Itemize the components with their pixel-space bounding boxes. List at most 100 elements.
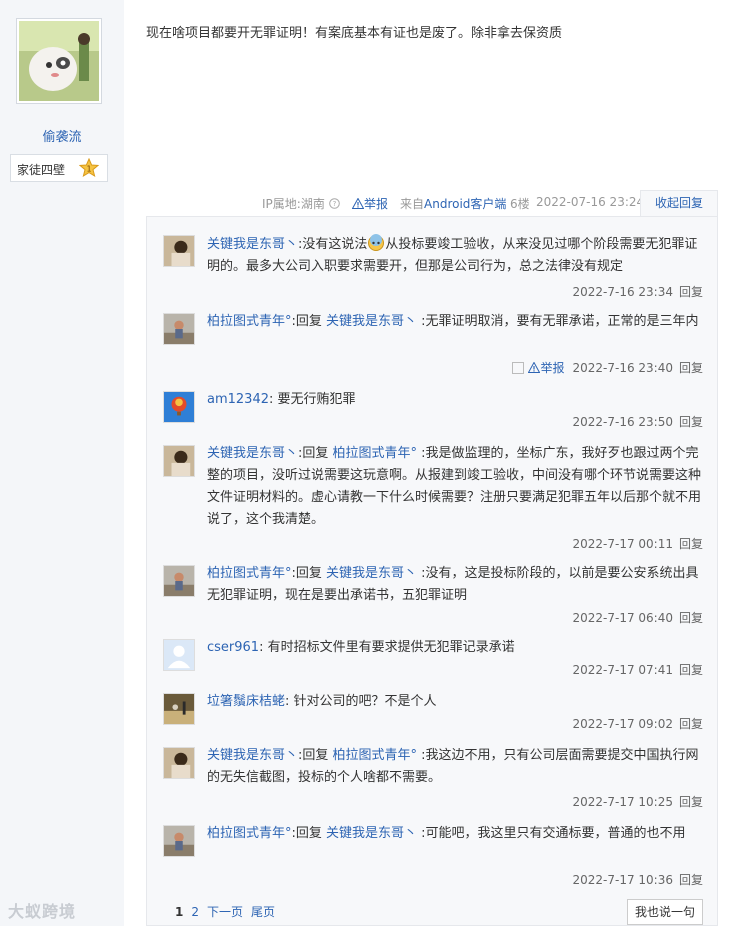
list-item: 柏拉图式青年°:回复 关键我是东哥丶 :无罪证明取消，要有无罪承诺，正常的是三年…	[163, 311, 703, 381]
reply-time: 2022-7-17 10:25	[572, 795, 673, 809]
reply-content: cser961: 有时招标文件里有要求提供无犯罪记录承诺	[207, 637, 707, 659]
reply-button[interactable]: 回复	[679, 717, 703, 731]
reply-target[interactable]: 关键我是东哥丶	[326, 826, 417, 841]
client-link[interactable]: Android客户端	[424, 197, 506, 211]
reply-word: :回复	[291, 566, 327, 581]
list-item: 关键我是东哥丶:没有这说法 从投标要竣工验收，从来没见过哪个阶段需要无犯罪证明的。…	[163, 233, 703, 305]
avatar-image	[164, 748, 194, 778]
help-icon[interactable]: ?	[328, 198, 340, 209]
reply-meta: 2022-7-17 00:11 回复	[572, 535, 703, 552]
username-link[interactable]: 偷袭流	[0, 126, 124, 145]
list-item: 柏拉图式青年°:回复 关键我是东哥丶 :没有，这是投标阶段的，以前是要公安系统出…	[163, 563, 703, 627]
page-current: 1	[175, 905, 184, 919]
reply-target[interactable]: 柏拉图式青年°	[333, 446, 418, 461]
reply-avatar[interactable]	[163, 235, 195, 267]
list-item: cser961: 有时招标文件里有要求提供无犯罪记录承诺 2022-7-17 0…	[163, 637, 703, 681]
warning-icon	[351, 197, 365, 209]
reply-button[interactable]: 回复	[679, 285, 703, 299]
avatar-image	[164, 236, 194, 266]
avatar-image	[164, 826, 194, 856]
pagination: 1 2 下一页 尾页	[175, 903, 283, 920]
level-star-icon: 1	[79, 158, 99, 178]
reply-author[interactable]: 关键我是东哥丶	[207, 446, 298, 461]
reply-meta: 举报 2022-7-16 23:40 回复	[512, 359, 703, 376]
reply-author[interactable]: 关键我是东哥丶	[207, 237, 298, 252]
reply-content: am12342: 要无行贿犯罪	[207, 389, 707, 411]
reply-word: :回复	[291, 314, 327, 329]
list-item: 关键我是东哥丶:回复 柏拉图式青年° :我是做监理的，坐标广东，我好歹也跟过两个…	[163, 443, 703, 555]
reply-avatar[interactable]	[163, 313, 195, 345]
reply-button[interactable]: 回复	[679, 361, 703, 375]
reply-time: 2022-7-17 00:11	[572, 537, 673, 551]
reply-target[interactable]: 关键我是东哥丶	[326, 566, 417, 581]
reply-avatar[interactable]	[163, 565, 195, 597]
ip-location-text: IP属地:湖南	[262, 197, 325, 211]
reply-meta: 2022-7-16 23:34 回复	[572, 283, 703, 300]
avatar-image	[164, 314, 194, 344]
reply-author[interactable]: 柏拉图式青年°	[207, 826, 292, 841]
reply-author[interactable]: 垃箸鬚床桔蛯	[207, 694, 285, 709]
reply-target[interactable]: 关键我是东哥丶	[326, 314, 417, 329]
reply-avatar[interactable]	[163, 825, 195, 857]
reply-text: :可能吧，我这里只有交通标要，普通的也不用	[417, 826, 686, 841]
reply-avatar[interactable]	[163, 445, 195, 477]
reply-button[interactable]: 回复	[679, 795, 703, 809]
reply-author[interactable]: cser961	[207, 640, 259, 655]
report-link[interactable]: 举报	[351, 195, 388, 212]
default-avatar-icon	[164, 640, 194, 670]
user-avatar[interactable]	[16, 18, 102, 104]
reply-time: 2022-7-16 23:50	[572, 415, 673, 429]
reply-avatar[interactable]	[163, 639, 195, 671]
last-page-link[interactable]: 尾页	[251, 905, 275, 919]
level-badge[interactable]: 家徒四壁 1	[10, 154, 108, 182]
reply-button[interactable]: 回复	[679, 663, 703, 677]
client-prefix: 来自	[400, 197, 425, 211]
reply-avatar[interactable]	[163, 747, 195, 779]
reply-button[interactable]: 回复	[679, 611, 703, 625]
page-2-link[interactable]: 2	[191, 905, 199, 919]
reply-time: 2022-7-17 09:02	[572, 717, 673, 731]
report-link[interactable]: 举报	[528, 361, 564, 375]
reply-button[interactable]: 回复	[679, 873, 703, 887]
post-content: 现在啥项目都要开无罪证明！有案底基本有证也是废了。除非拿去保资质	[146, 26, 563, 41]
reply-text: :无罪证明取消，要有无罪承诺，正常的是三年内	[417, 314, 699, 329]
level-name: 家徒四壁	[17, 163, 66, 177]
reply-time: 2022-7-16 23:40	[572, 361, 673, 375]
list-item: am12342: 要无行贿犯罪 2022-7-16 23:50 回复	[163, 389, 703, 433]
reply-text: :没有这说法	[298, 237, 368, 252]
reply-author[interactable]: 柏拉图式青年°	[207, 566, 292, 581]
say-something-button[interactable]: 我也说一句	[627, 899, 703, 925]
reply-text: : 要无行贿犯罪	[269, 392, 356, 407]
post-time: 2022-07-16 23:24	[536, 195, 645, 209]
reply-time: 2022-7-16 23:34	[572, 285, 673, 299]
reply-content: 垃箸鬚床桔蛯: 针对公司的吧？不是个人	[207, 691, 707, 713]
reply-content: 柏拉图式青年°:回复 关键我是东哥丶 :没有，这是投标阶段的，以前是要公安系统出…	[207, 563, 707, 607]
reply-button[interactable]: 回复	[679, 537, 703, 551]
reply-button[interactable]: 回复	[679, 415, 703, 429]
watermark: 大蚁跨境	[8, 902, 77, 921]
dropdown-icon[interactable]	[512, 362, 525, 374]
reply-meta: 2022-7-17 10:25 回复	[572, 793, 703, 810]
reply-target[interactable]: 柏拉图式青年°	[333, 748, 418, 763]
collapse-replies-button[interactable]: 收起回复	[640, 190, 718, 216]
level-number: 1	[86, 165, 91, 174]
client-info: 来自Android客户端	[400, 195, 506, 212]
warning-icon	[528, 361, 541, 373]
reply-meta: 2022-7-17 06:40 回复	[572, 609, 703, 626]
reply-avatar[interactable]	[163, 391, 195, 423]
reply-meta: 2022-7-16 23:50 回复	[572, 413, 703, 430]
reply-time: 2022-7-17 06:40	[572, 611, 673, 625]
reply-box: 关键我是东哥丶:没有这说法 从投标要竣工验收，从来没见过哪个阶段需要无犯罪证明的。…	[146, 216, 718, 926]
reply-author[interactable]: am12342	[207, 392, 269, 407]
reply-word: :回复	[291, 826, 327, 841]
reply-avatar[interactable]	[163, 693, 195, 725]
reply-author[interactable]: 关键我是东哥丶	[207, 748, 298, 763]
avatar-image	[19, 21, 99, 101]
reply-author[interactable]: 柏拉图式青年°	[207, 314, 292, 329]
reply-word: :回复	[298, 748, 333, 763]
reply-time: 2022-7-17 10:36	[572, 873, 673, 887]
next-page-link[interactable]: 下一页	[207, 905, 243, 919]
emoji-icon	[368, 234, 385, 251]
post-meta: IP属地:湖南 ? 举报 来自Android客户端 6楼 2022-07-16 …	[146, 192, 718, 214]
ip-location: IP属地:湖南 ?	[262, 195, 340, 212]
